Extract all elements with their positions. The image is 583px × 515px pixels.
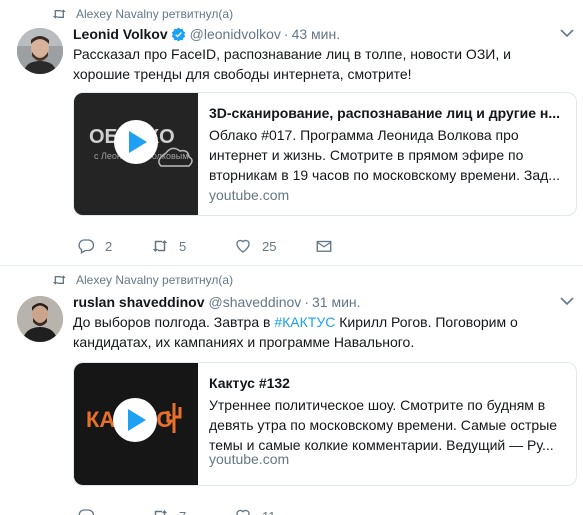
video-thumbnail-image: КАКТУС xyxy=(74,363,198,485)
card-title: 3D-сканирование, распознавание лиц и дру… xyxy=(209,105,561,121)
retweet-button[interactable]: 5 xyxy=(151,236,186,256)
caret-down-icon[interactable] xyxy=(560,296,574,306)
reply-button[interactable]: 2 xyxy=(77,236,112,256)
card-description-line: Утреннее политическое шоу. Смотрите по б… xyxy=(209,397,546,413)
retweet-context: Alexey Navalny ретвитнул(а) xyxy=(52,272,233,288)
retweet-count: 5 xyxy=(179,238,187,254)
retweet-icon xyxy=(53,9,66,19)
caret-down-icon[interactable] xyxy=(560,28,574,38)
retweet-icon xyxy=(53,275,66,285)
tweet-text: До выборов полгода. Завтра в #КАКТУС Кир… xyxy=(73,312,573,352)
retweet-icon xyxy=(154,510,168,515)
verified-icon xyxy=(171,27,185,41)
link-card[interactable]: ОБЛАКО с Леонидом Волковым 3D-сканирован… xyxy=(73,92,577,216)
retweet-button[interactable]: 7 xyxy=(151,506,186,515)
retweet-count: 7 xyxy=(179,509,186,515)
card-domain: youtube.com xyxy=(209,187,290,203)
heart-icon xyxy=(236,239,250,253)
video-thumbnail[interactable]: ОБЛАКО с Леонидом Волковым xyxy=(74,93,198,215)
tweet-timestamp[interactable]: 43 мин. xyxy=(292,26,341,42)
tweet-header: ruslan shaveddinov @shaveddinov · 31 мин… xyxy=(73,292,361,312)
reply-icon xyxy=(78,239,95,254)
video-thumbnail-image: ОБЛАКО с Леонидом Волковым xyxy=(74,93,198,215)
tweet[interactable]: Alexey Navalny ретвитнул(а) Leonid Volko… xyxy=(0,0,583,266)
tweet-text-line: хорошие тренды для свободы интернета, см… xyxy=(73,66,412,82)
author-name[interactable]: ruslan shaveddinov xyxy=(73,294,204,310)
card-description-line: девять утра по московскому времени. Самы… xyxy=(209,417,558,433)
reply-button[interactable] xyxy=(77,506,105,515)
retweet-context: Alexey Navalny ретвитнул(а) xyxy=(52,6,233,22)
avatar-image xyxy=(17,296,63,342)
card-domain: youtube.com xyxy=(209,451,290,467)
avatar-image xyxy=(17,28,63,74)
heart-icon xyxy=(236,509,250,515)
like-count: 25 xyxy=(262,238,277,254)
video-thumbnail[interactable]: КАКТУС xyxy=(74,363,198,485)
reply-icon xyxy=(78,509,95,515)
retweet-context-text[interactable]: Alexey Navalny ретвитнул(а) xyxy=(76,273,233,287)
tweet-actions: 2 5 25 xyxy=(73,236,373,256)
separator-dot: · xyxy=(283,26,289,42)
tweet-timestamp[interactable]: 31 мин. xyxy=(312,294,361,310)
tweet-text: Рассказал про FaceID, распознавание лиц … xyxy=(73,44,573,84)
card-description-line: вторникам в 19 часов по московскому врем… xyxy=(209,167,560,183)
author-handle[interactable]: @leonidvolkov xyxy=(190,26,281,42)
avatar[interactable] xyxy=(17,296,63,342)
message-icon xyxy=(316,240,332,252)
card-description-line: интернет и жизнь. Смотрите в прямом эфир… xyxy=(209,147,524,163)
hashtag-link[interactable]: #КАКТУС xyxy=(274,314,335,330)
tweet-actions: 7 11 xyxy=(73,506,373,515)
tweet[interactable]: Alexey Navalny ретвитнул(а) ruslan shave… xyxy=(0,266,583,515)
reply-count: 2 xyxy=(105,238,113,254)
card-description-line: Облако #017. Программа Леонида Волкова п… xyxy=(209,127,519,143)
tweet-text-fragment: Кирилл Рогов. Поговорим о xyxy=(335,314,518,330)
card-description: Утреннее политическое шоу. Смотрите по б… xyxy=(209,395,569,455)
like-button[interactable]: 11 xyxy=(234,506,276,515)
tweet-text-line: До выборов полгода. Завтра в #КАКТУС Кир… xyxy=(73,312,573,332)
tweet-text-fragment: До выборов полгода. Завтра в xyxy=(73,314,275,330)
card-title: Кактус #132 xyxy=(209,375,290,391)
card-description: Облако #017. Программа Леонида Волкова п… xyxy=(209,125,569,185)
like-count: 11 xyxy=(262,509,276,515)
link-card[interactable]: КАКТУС Кактус #132 Утреннее политическое… xyxy=(73,362,577,486)
retweet-context-text[interactable]: Alexey Navalny ретвитнул(а) xyxy=(76,7,233,21)
tweet-text-line: Рассказал про FaceID, распознавание лиц … xyxy=(73,46,511,62)
tweet-header: Leonid Volkov @leonidvolkov · 43 мин. xyxy=(73,24,340,44)
avatar[interactable] xyxy=(17,28,63,74)
author-handle[interactable]: @shaveddinov xyxy=(208,294,301,310)
separator-dot: · xyxy=(304,294,309,310)
author-name[interactable]: Leonid Volkov xyxy=(73,26,168,42)
tweet-text-line: кандидатах, их кампаниях и программе Нав… xyxy=(73,334,415,350)
direct-message-button[interactable] xyxy=(315,236,343,256)
like-button[interactable]: 25 xyxy=(234,236,276,256)
retweet-icon xyxy=(152,240,168,252)
